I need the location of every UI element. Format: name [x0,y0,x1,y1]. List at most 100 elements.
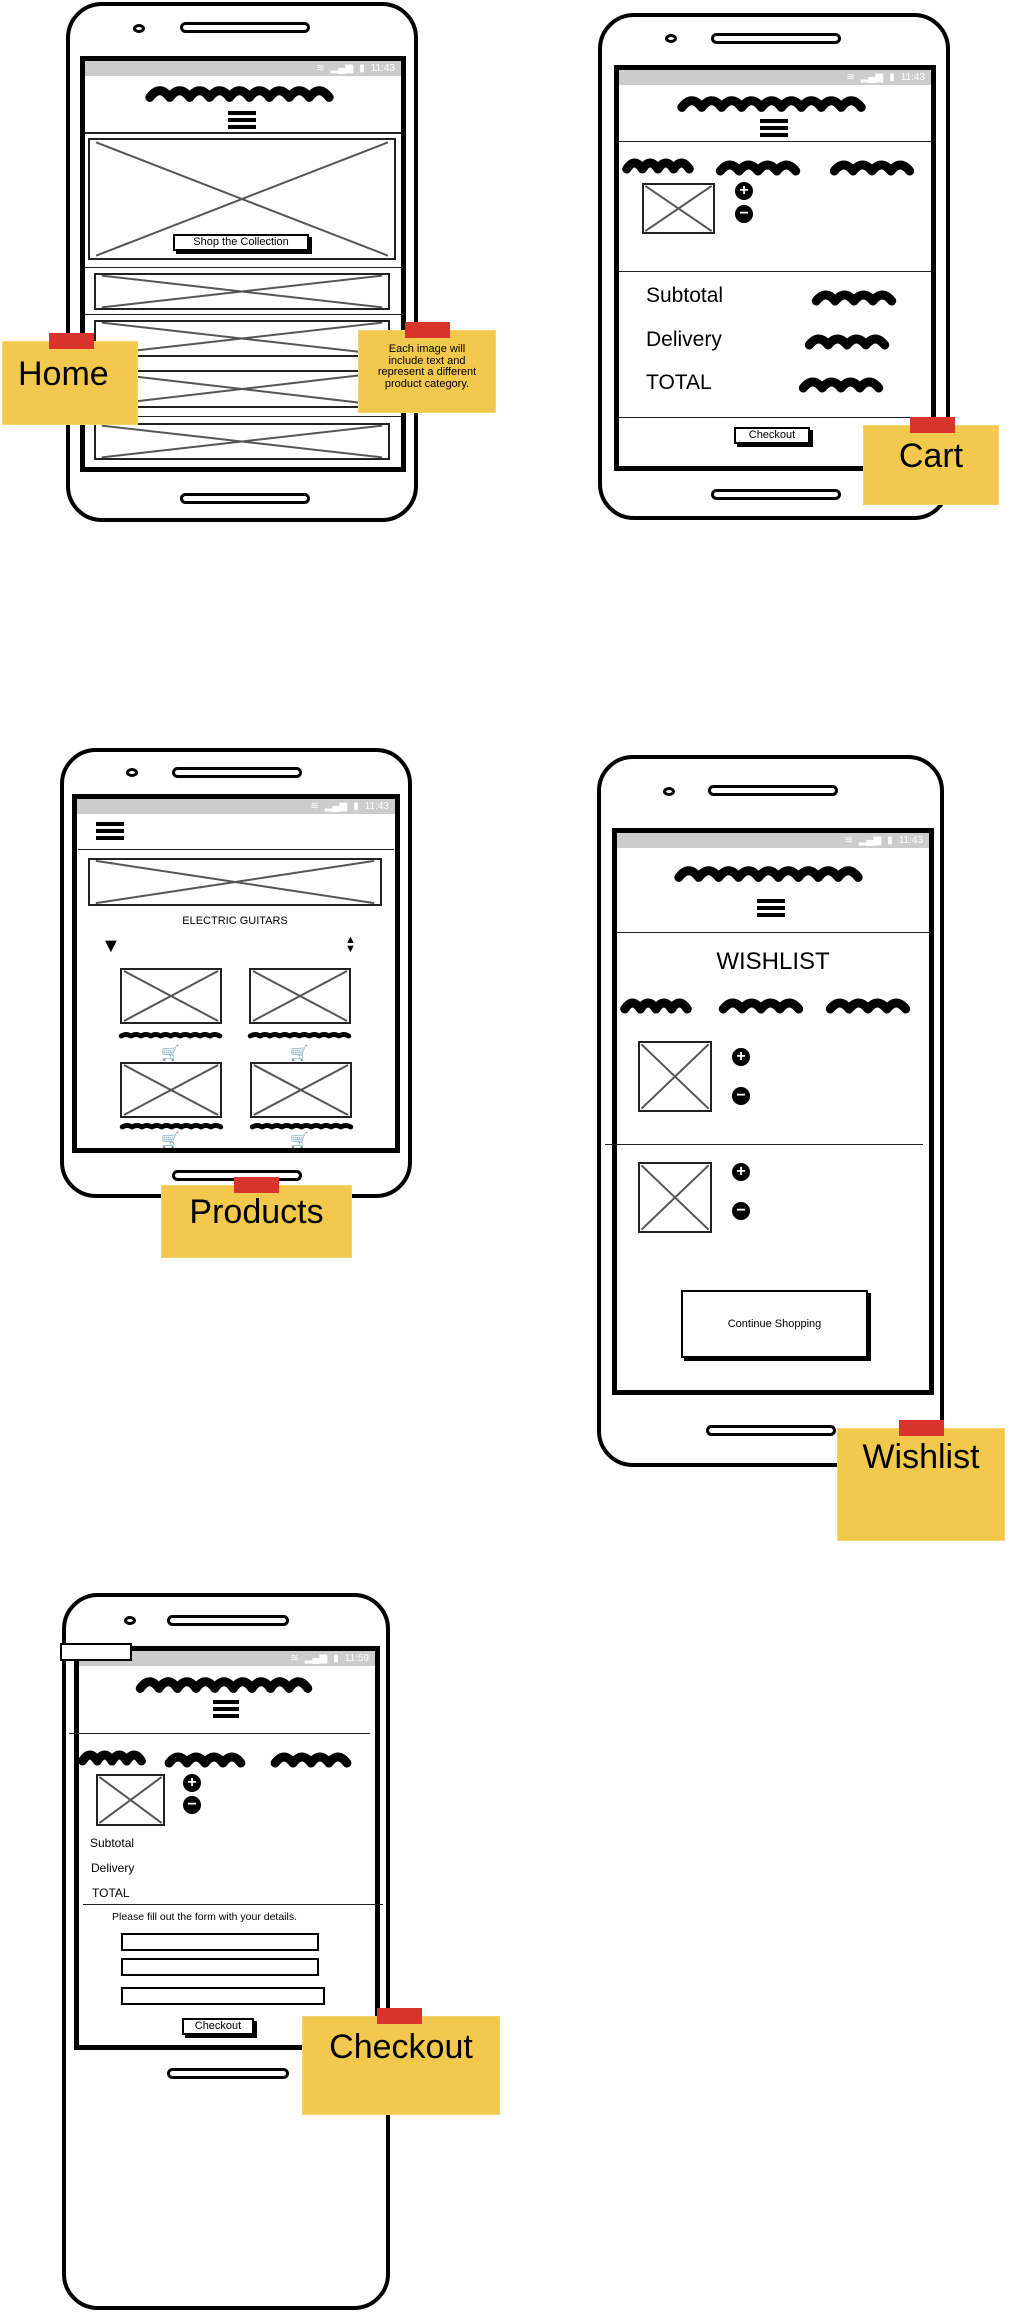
minus-circle-icon[interactable]: − [183,1796,201,1814]
form-input-field[interactable] [121,1987,325,2005]
wifi-icon: ≋ [310,801,319,812]
subtotal-label: Subtotal [646,284,724,307]
status-time: 11:43 [900,72,925,83]
add-to-cart-icon[interactable]: 🛒 [290,1044,309,1062]
scribble-mark [117,1033,224,1043]
image-placeholder-icon [122,970,220,1022]
shop-collection-button[interactable]: Shop the Collection [173,234,309,251]
hamburger-menu-icon[interactable] [760,119,788,137]
column-header-scribble [622,995,690,1015]
logo-scribble [133,1673,315,1695]
scribble-mark [720,995,802,1015]
battery-icon: ▮ [889,72,895,83]
category-image-placeholder[interactable] [94,370,390,408]
battery-icon: ▮ [333,1653,339,1664]
scribble-mark [813,287,895,307]
signal-icon: ▂▄▆ [330,63,354,74]
category-image-placeholder[interactable] [94,320,390,357]
camera-icon [665,34,677,43]
logo-scribble [671,862,866,884]
battery-icon: ▮ [359,63,365,74]
logo-scribble [142,82,337,104]
minus-circle-icon[interactable]: − [735,205,753,223]
tape [234,1177,279,1193]
divider [85,267,401,268]
delivery-label: Delivery [646,328,722,351]
product-image-placeholder[interactable] [120,968,222,1024]
status-bar: ≋ ▂▄▆ ▮ 11:43 [85,61,401,76]
category-title: ELECTRIC GUITARS [182,915,288,927]
product-name-scribble [248,1121,355,1131]
note-title: Home [18,355,109,393]
sort-icon[interactable]: ▲ ▼ [345,935,356,955]
plus-circle-icon[interactable]: + [732,1048,750,1066]
add-to-cart-icon[interactable]: 🛒 [161,1044,180,1062]
image-placeholder-icon [251,970,349,1022]
form-input-field[interactable] [121,1933,319,1951]
tape [405,322,450,338]
total-label: TOTAL [646,371,712,394]
signal-icon: ▂▄▆ [324,801,348,812]
divider [605,1144,923,1145]
add-to-cart-icon[interactable]: 🛒 [161,1131,180,1149]
checkout-button[interactable]: Checkout [182,2018,254,2035]
column-header-scribble [624,155,692,175]
camera-icon [124,1616,136,1625]
image-placeholder-icon [96,322,388,355]
hamburger-menu-icon[interactable] [213,1700,239,1718]
tape [910,417,955,433]
wishlist-title: WISHLIST [716,948,830,975]
scribble-mark [831,157,913,177]
scribble-mark [717,157,799,177]
status-time: 11:59 [344,1653,369,1664]
column-header-scribble [80,1747,144,1767]
product-name-scribble [246,1030,353,1040]
plus-circle-icon[interactable]: + [183,1774,201,1792]
speaker-icon [708,785,838,796]
image-placeholder-icon [96,275,388,308]
plus-circle-icon[interactable]: + [732,1163,750,1181]
category-image-placeholder[interactable] [94,423,390,460]
add-to-cart-icon[interactable]: 🛒 [290,1131,309,1149]
speaker-icon [711,33,841,44]
minus-circle-icon[interactable]: − [732,1202,750,1220]
cart-item-image-placeholder [642,183,715,234]
filter-icon[interactable]: ▼ [101,935,121,958]
plus-circle-icon[interactable]: + [735,182,753,200]
battery-icon: ▮ [353,801,359,812]
scribble-mark [806,331,888,351]
hamburger-menu-icon[interactable] [757,899,785,917]
image-placeholder-icon [96,372,388,406]
continue-shopping-button[interactable]: Continue Shopping [681,1290,868,1358]
signal-icon: ▂▄▆ [304,1653,328,1664]
tape [899,1420,944,1436]
image-placeholder-icon [640,1043,710,1110]
hamburger-menu-icon[interactable] [228,111,256,129]
scribble-mark [142,82,337,104]
column-header-scribble [272,1749,350,1769]
checkout-button[interactable]: Checkout [734,427,810,444]
tape [377,2008,422,2024]
total-label: TOTAL [92,1886,130,1900]
category-image-placeholder[interactable] [94,273,390,310]
sticky-note-comment: Each image will include text and represe… [358,322,496,413]
product-name-scribble [118,1121,225,1131]
status-bar: ≋ ▂▄▆ ▮ 11:43 [77,799,395,814]
column-header-scribble [717,157,799,177]
battery-icon: ▮ [887,835,893,846]
product-image-placeholder[interactable] [250,1062,352,1118]
signal-icon: ▂▄▆ [858,835,882,846]
hamburger-menu-icon[interactable] [96,822,124,840]
minus-circle-icon[interactable]: − [732,1087,750,1105]
banner-image-placeholder [88,858,382,906]
wifi-icon: ≋ [316,63,325,74]
form-instruction: Please fill out the form with your detai… [112,1911,298,1923]
form-input-field[interactable] [121,1958,319,1976]
product-image-placeholder[interactable] [249,968,351,1024]
scribble-mark [674,92,869,114]
sticky-note-wishlist: Wishlist [837,1420,1005,1541]
product-image-placeholder[interactable] [120,1062,222,1118]
image-placeholder-icon [640,1164,710,1231]
status-bar: ≋ ▂▄▆ ▮ 11:43 [619,70,931,85]
home-button [711,489,841,500]
